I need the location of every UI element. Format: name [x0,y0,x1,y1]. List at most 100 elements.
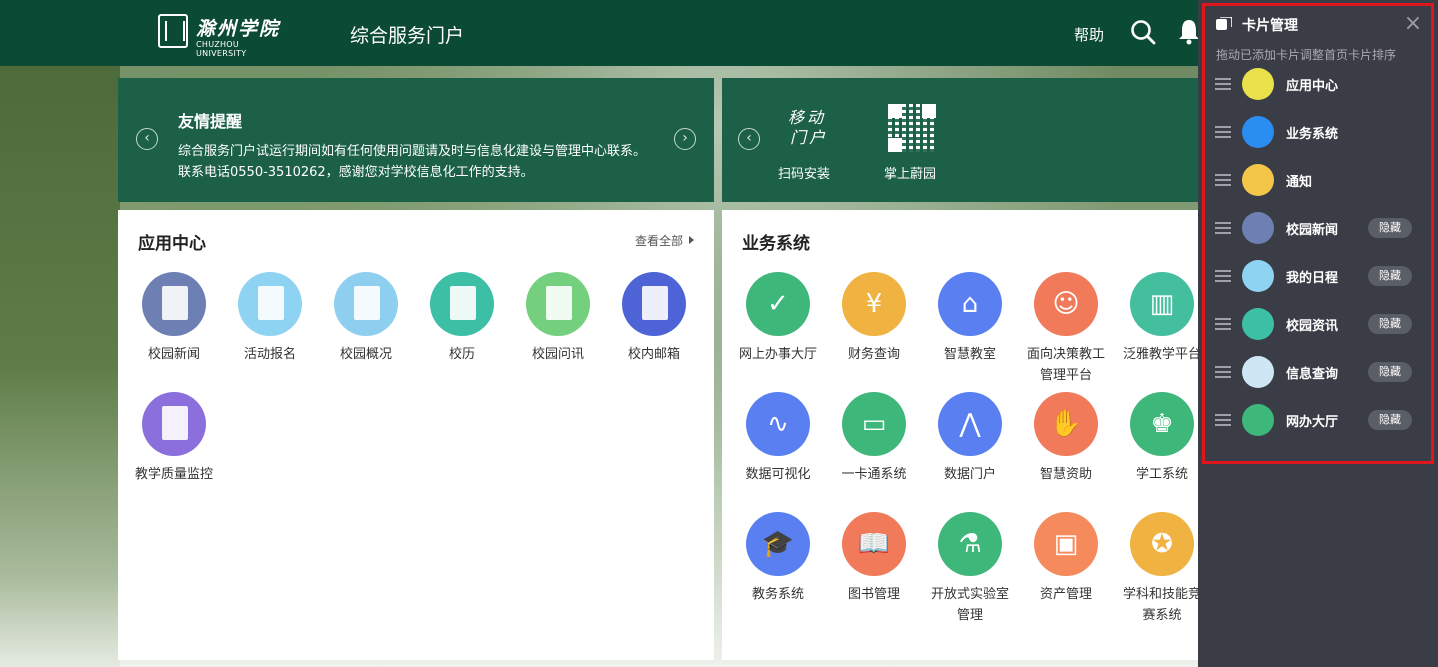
hide-button[interactable]: 隐藏 [1368,218,1412,238]
card-row[interactable]: 应用中心 [1212,65,1422,105]
business-tile[interactable]: ▥ 泛雅教学平台 [1114,272,1198,365]
app-tile[interactable]: 活动报名 [222,272,318,365]
card-row[interactable]: 信息查询 隐藏 [1212,353,1422,393]
search-icon[interactable] [1130,19,1156,45]
card-row[interactable]: 校园资讯 隐藏 [1212,305,1422,345]
card-row-label: 校园资讯 [1286,319,1339,334]
presentation-icon [142,392,206,456]
mobile-logo-line2: 门户 [790,128,829,147]
business-tile[interactable]: ✓ 网上办事大厅 [730,272,826,365]
business-tile[interactable]: 📖 图书管理 [826,512,922,605]
card-row[interactable]: 业务系统 [1212,113,1422,153]
business-tile-label: 智慧资助 [1039,467,1092,482]
notice-text-line1: 综合服务门户试运行期间如有任何使用问题请及时与信息化建设与管理中心联系。 [178,144,647,159]
bell-icon[interactable] [1178,17,1200,45]
system-icon [1242,116,1274,148]
inquiry-icon [526,272,590,336]
app-tile[interactable]: 教学质量监控 [126,392,222,485]
app-tile-label: 校内邮箱 [627,347,680,362]
card-row[interactable]: 校园新闻 隐藏 [1212,209,1422,249]
mobile-app-label[interactable]: 掌上蔚园 [884,163,936,182]
business-tile-label: 图书管理 [847,587,900,602]
business-tile[interactable]: ⚗ 开放式实验室管理 [922,512,1018,626]
business-tile[interactable]: ⋀ 数据门户 [922,392,1018,485]
card-row-label: 网办大厅 [1286,415,1339,430]
business-tile-label: 教务系统 [751,587,804,602]
asset-icon: ▣ [1034,512,1098,576]
icon-paper-shape [162,406,188,440]
query-icon [1242,356,1274,388]
card-icon: ▭ [842,392,906,456]
business-tile[interactable]: ☺ 面向决策教工管理平台 [1018,272,1114,386]
business-tile[interactable]: ♚ 学工系统 [1114,392,1198,485]
notice-text-line2: 联系电话0550-3510262，感谢您对学校信息化工作的支持。 [178,165,534,180]
drag-handle-icon[interactable] [1215,78,1231,90]
cube-icon [1242,68,1274,100]
business-tile[interactable]: 🎓 教务系统 [730,512,826,605]
monitor-icon: ∿ [746,392,810,456]
card-row[interactable]: 通知 [1212,161,1422,201]
app-center-card: 应用中心 查看全部 校园新闻 活动报名 校园概况 校历 校园问讯 校内邮箱 教学质量监控 [118,210,714,660]
app-tile[interactable]: 校园概况 [318,272,414,365]
business-tile-label: 面向决策教工管理平台 [1026,347,1105,383]
business-tile[interactable]: ▣ 资产管理 [1018,512,1114,605]
check-icon-glyph: ✓ [767,289,789,319]
drag-handle-icon[interactable] [1215,414,1231,426]
drag-handle-icon[interactable] [1215,318,1231,330]
card-row[interactable]: 网办大厅 隐藏 [1212,401,1422,441]
calendar-icon [430,272,494,336]
hide-button[interactable]: 隐藏 [1368,362,1412,382]
qr-code-icon [888,104,936,152]
app-tile[interactable]: 校历 [414,272,510,365]
business-tile-label: 开放式实验室管理 [930,587,1009,623]
mortarboard-icon: 🎓 [746,512,810,576]
view-all-label: 查看全部 [634,234,683,248]
logo-emblem-icon [158,14,188,48]
business-tile-label: 数据可视化 [745,467,811,482]
business-tile[interactable]: ¥ 财务查询 [826,272,922,365]
mobile-portal-banner: ‹ 移动 门户 扫码安装 掌上蔚园 [722,78,1198,202]
logo-chinese-name: 滁州学院 [196,18,281,40]
app-tile-label: 活动报名 [243,347,296,362]
notice-next-button[interactable]: › [674,128,696,150]
panel-subtitle: 拖动已添加卡片调整首页卡片排序 [1216,48,1397,62]
top-header: 滁州学院 CHUZHOU UNIVERSITY 综合服务门户 帮助 [0,0,1200,66]
drag-handle-icon[interactable] [1215,270,1231,282]
university-logo[interactable]: 滁州学院 CHUZHOU UNIVERSITY [158,14,288,58]
notice-prev-button[interactable]: ‹ [136,128,158,150]
business-tile[interactable]: ✪ 学科和技能竞赛系统 [1114,512,1198,626]
hide-button[interactable]: 隐藏 [1368,314,1412,334]
finance-icon: ¥ [842,272,906,336]
hide-button[interactable]: 隐藏 [1368,266,1412,286]
help-link[interactable]: 帮助 [1074,24,1104,45]
icon-paper-shape [642,286,668,320]
close-icon[interactable]: × [1402,13,1424,35]
news-icon [1242,212,1274,244]
business-tile-label: 学科和技能竞赛系统 [1122,587,1198,623]
drag-handle-icon[interactable] [1215,126,1231,138]
hide-button[interactable]: 隐藏 [1368,410,1412,430]
drag-handle-icon[interactable] [1215,222,1231,234]
business-tile[interactable]: ⌂ 智慧教室 [922,272,1018,365]
app-tile[interactable]: 校园问讯 [510,272,606,365]
staff-icon: ☺ [1034,272,1098,336]
card-row-label: 业务系统 [1286,127,1339,142]
mobile-prev-button[interactable]: ‹ [738,128,760,150]
view-all-link[interactable]: 查看全部 [635,232,694,249]
asset-icon-glyph: ▣ [1053,529,1079,559]
business-tile[interactable]: ✋ 智慧资助 [1018,392,1114,485]
book-open-icon: ▥ [1130,272,1194,336]
chart-screen-icon-glyph: ⋀ [959,409,981,439]
drag-handle-icon[interactable] [1215,366,1231,378]
business-systems-title: 业务系统 [742,234,810,254]
business-tile[interactable]: ▭ 一卡通系统 [826,392,922,485]
app-tile[interactable]: 校园新闻 [126,272,222,365]
scan-install-label[interactable]: 扫码安装 [778,163,830,182]
business-tile[interactable]: ∿ 数据可视化 [730,392,826,485]
drag-handle-icon[interactable] [1215,174,1231,186]
card-row[interactable]: 我的日程 隐藏 [1212,257,1422,297]
app-tile-label: 教学质量监控 [134,467,213,482]
notice-title: 友情提醒 [178,112,243,131]
card-row-label: 信息查询 [1286,367,1339,382]
app-tile[interactable]: 校内邮箱 [606,272,702,365]
